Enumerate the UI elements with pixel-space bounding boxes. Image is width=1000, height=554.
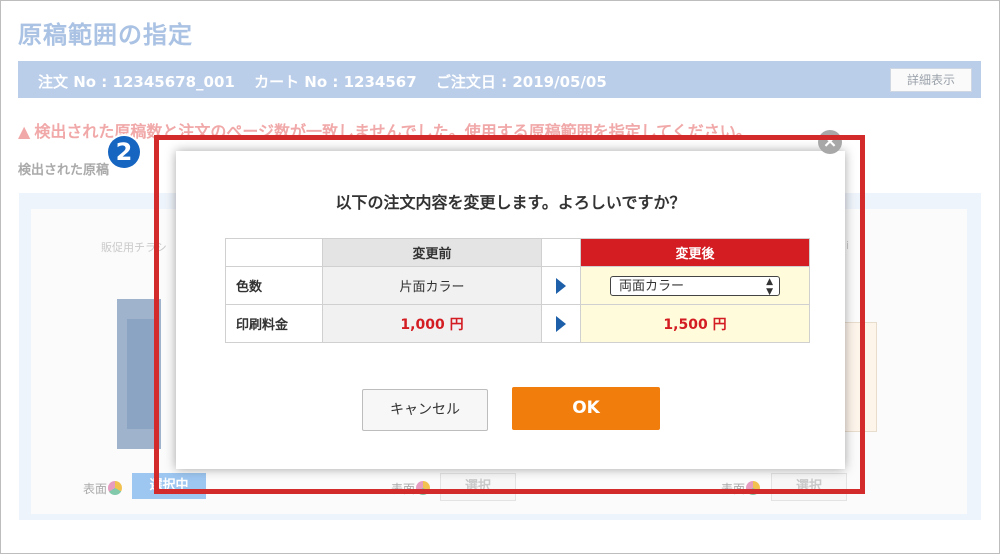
step-number-badge: 2 [106,134,142,170]
step-number: 2 [108,136,140,168]
annotation-highlight-box [154,135,865,494]
